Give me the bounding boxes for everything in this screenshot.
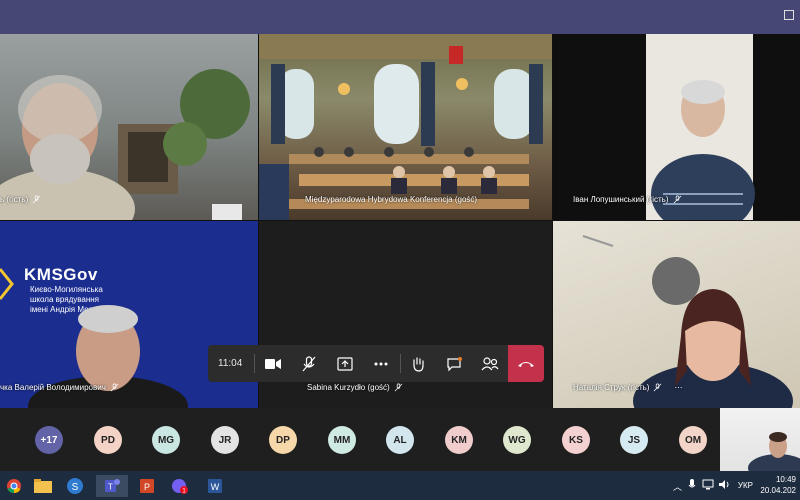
camera-icon bbox=[265, 358, 281, 369]
mic-off-icon bbox=[673, 195, 681, 204]
powerpoint-app-icon[interactable]: P bbox=[136, 475, 158, 497]
participant-name-3: Іван Лопушинський (гість) bbox=[573, 195, 682, 204]
chat-icon bbox=[447, 356, 462, 371]
volume-icon[interactable] bbox=[718, 479, 730, 492]
participant-name-6: Наталія Струк (гість) ⋯ bbox=[573, 383, 683, 392]
divider bbox=[254, 354, 255, 373]
svg-text:S: S bbox=[72, 482, 79, 493]
participant-avatar[interactable]: PD bbox=[94, 426, 122, 454]
meeting-controls: 11:04 bbox=[208, 345, 544, 382]
video-tile-6[interactable]: Наталія Струк (гість) ⋯ bbox=[553, 221, 800, 408]
leave-call-button[interactable] bbox=[508, 345, 544, 382]
more-actions-button[interactable] bbox=[368, 351, 394, 376]
raise-hand-button[interactable] bbox=[405, 351, 431, 376]
participant-avatar[interactable]: KS bbox=[562, 426, 590, 454]
participant-video-1 bbox=[0, 69, 250, 220]
participant-avatar[interactable]: KM bbox=[445, 426, 473, 454]
more-options-icon[interactable]: ⋯ bbox=[674, 383, 682, 392]
video-tile-1[interactable]: ь (гість) bbox=[0, 34, 258, 220]
teams-app-icon[interactable]: T bbox=[96, 475, 128, 497]
participants-icon bbox=[481, 356, 499, 370]
viber-icon: 1 bbox=[172, 479, 188, 495]
word-app-icon[interactable]: W bbox=[204, 475, 226, 497]
video-tile-2[interactable]: Międzyparodowa Hybrydowa Konferencja (go… bbox=[259, 34, 552, 220]
participant-avatar[interactable]: OM bbox=[679, 426, 707, 454]
participant-avatar[interactable]: JR bbox=[211, 426, 239, 454]
title-bar bbox=[0, 0, 800, 34]
participant-video-3 bbox=[646, 34, 800, 220]
raise-hand-icon bbox=[413, 356, 424, 372]
svg-text:P: P bbox=[144, 482, 150, 492]
self-view-image bbox=[748, 432, 800, 471]
word-icon: W bbox=[208, 479, 222, 493]
divider bbox=[400, 354, 401, 373]
show-hidden-icons-icon[interactable]: ︿ bbox=[673, 480, 682, 493]
taskbar-clock[interactable]: 10:49 20.04.202 bbox=[760, 474, 796, 496]
participant-name-1: ь (гість) bbox=[0, 195, 41, 204]
mic-button[interactable] bbox=[296, 351, 322, 376]
viber-app-icon[interactable]: 1 bbox=[168, 475, 190, 497]
chat-button[interactable] bbox=[441, 351, 467, 376]
teams-icon: T bbox=[105, 479, 120, 492]
participant-avatar[interactable]: MG bbox=[152, 426, 180, 454]
participant-name-5: Sabina Kurzydło (gość) bbox=[307, 383, 403, 392]
conference-room-video bbox=[259, 34, 552, 220]
participant-strip: +17 PD MG JR DP MM AL KM WG KS JS OM bbox=[0, 408, 720, 471]
meeting-duration: 11:04 bbox=[218, 358, 243, 369]
participant-avatar[interactable]: AL bbox=[386, 426, 414, 454]
clock-time: 10:49 bbox=[775, 475, 796, 484]
mic-off-icon bbox=[302, 355, 316, 371]
participant-avatar[interactable]: WG bbox=[503, 426, 531, 454]
participant-name-2: Międzyparodowa Hybrydowa Konferencja (go… bbox=[305, 195, 478, 204]
video-tile-3[interactable]: Іван Лопушинський (гість) bbox=[553, 34, 800, 220]
teams-chat-app-icon[interactable]: S bbox=[64, 475, 86, 497]
chrome-app-icon[interactable] bbox=[3, 475, 25, 497]
microphone-icon[interactable] bbox=[688, 479, 696, 493]
camera-button[interactable] bbox=[260, 351, 286, 376]
share-screen-icon bbox=[337, 356, 353, 371]
svg-text:W: W bbox=[211, 482, 220, 492]
maximize-icon[interactable] bbox=[784, 10, 794, 20]
share-screen-button[interactable] bbox=[332, 351, 358, 376]
language-indicator[interactable]: УКР bbox=[738, 481, 753, 490]
clock-date: 20.04.202 bbox=[760, 486, 796, 495]
participant-video-6 bbox=[582, 235, 793, 408]
chrome-icon bbox=[7, 479, 21, 494]
mic-off-icon bbox=[110, 383, 119, 392]
mic-off-icon bbox=[654, 383, 662, 392]
mic-off-icon bbox=[32, 195, 41, 204]
participant-avatar[interactable]: JS bbox=[620, 426, 648, 454]
participant-name-4: чка Валерій Володимирович bbox=[0, 383, 119, 392]
windows-taskbar: S T P 1 W ︿ УКР 10:49 20.04.202 bbox=[0, 471, 800, 500]
mic-off-icon bbox=[394, 383, 403, 392]
self-view-video[interactable] bbox=[720, 408, 800, 471]
hang-up-icon bbox=[518, 361, 534, 367]
more-participants-button[interactable]: +17 bbox=[35, 426, 63, 454]
participant-avatar[interactable]: MM bbox=[328, 426, 356, 454]
network-icon[interactable] bbox=[702, 479, 714, 492]
powerpoint-icon: P bbox=[140, 479, 154, 493]
more-icon bbox=[374, 362, 388, 365]
participants-button[interactable] bbox=[477, 351, 503, 376]
skype-icon: S bbox=[67, 478, 83, 494]
participant-avatar[interactable]: DP bbox=[269, 426, 297, 454]
file-explorer-app-icon[interactable] bbox=[32, 475, 54, 497]
svg-text:T: T bbox=[108, 483, 113, 492]
folder-icon bbox=[34, 479, 52, 493]
